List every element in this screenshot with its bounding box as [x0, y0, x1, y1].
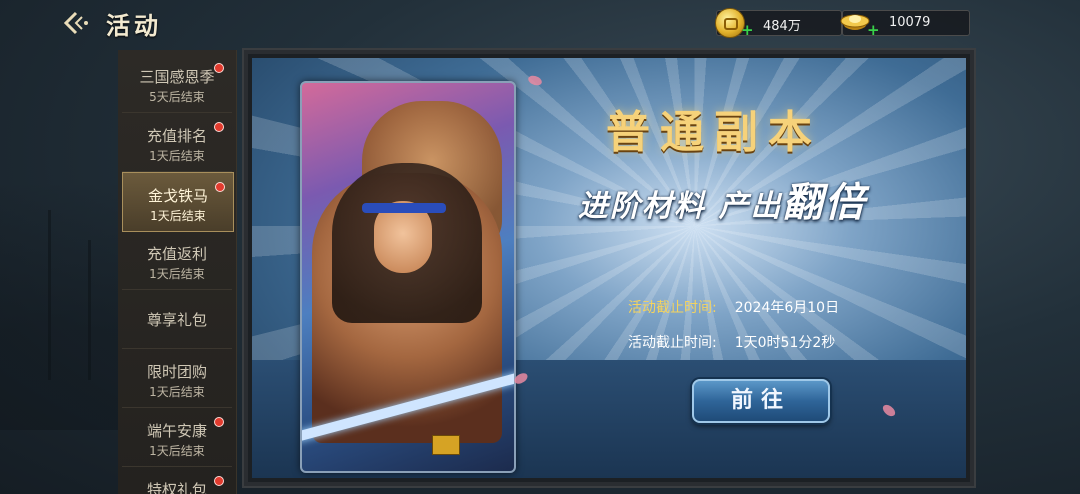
- background-mast: [88, 240, 91, 380]
- gold-ingot-value: 10079: [889, 15, 931, 30]
- sidebar-item-recharge-rebate[interactable]: 充值返利 1天后结束: [122, 231, 232, 290]
- notification-dot: [215, 182, 225, 192]
- event-subtitle: 进阶材料 产出翻倍: [578, 170, 866, 228]
- event-title: 普通副本: [606, 107, 822, 158]
- background-mast: [48, 210, 51, 380]
- gold-coin-value: 484万: [763, 19, 801, 34]
- hero-headband: [362, 203, 446, 213]
- sidebar-item-countdown: 1天后结束: [149, 267, 205, 281]
- gold-coin-counter[interactable]: + 484万: [715, 8, 842, 39]
- notification-dot: [214, 417, 224, 427]
- event-panel: 普通副本 进阶材料 产出翻倍 活动截止时间: 2024年6月10日 活动截止时间:…: [242, 48, 976, 488]
- add-ingot-icon[interactable]: +: [867, 21, 880, 39]
- sidebar-item-countdown: 1天后结束: [149, 385, 205, 399]
- event-subtitle-text: 进阶材料 产出: [578, 189, 783, 224]
- sidebar-item-countdown: 1天后结束: [149, 149, 205, 163]
- notification-dot: [214, 122, 224, 132]
- sidebar-item-countdown: 1天后结束: [149, 444, 205, 458]
- event-remaining-value: 1天0时51分2秒: [734, 335, 836, 351]
- back-arrow-icon: [63, 11, 88, 35]
- sidebar-item-privilege-pack[interactable]: 特权礼包: [122, 467, 232, 494]
- background-ship: [0, 180, 130, 430]
- back-button[interactable]: [60, 8, 94, 38]
- event-end-date-label: 活动截止时间:: [628, 300, 717, 316]
- hero-belt-buckle: [432, 435, 460, 455]
- event-end-date-row: 活动截止时间: 2024年6月10日: [628, 297, 839, 317]
- sidebar-item-label: 充值返利: [146, 245, 207, 263]
- event-banner: 普通副本 进阶材料 产出翻倍 活动截止时间: 2024年6月10日 活动截止时间:…: [252, 58, 966, 478]
- event-end-date-value: 2024年6月10日: [734, 300, 840, 316]
- sidebar-item-countdown: 5天后结束: [149, 90, 205, 104]
- gold-ingot-counter[interactable]: + 10079: [840, 10, 970, 39]
- event-subtitle-highlight: 翻倍: [782, 180, 867, 226]
- sidebar-item-label: 尊享礼包: [146, 311, 207, 329]
- notification-dot: [214, 476, 224, 486]
- add-coin-icon[interactable]: +: [741, 21, 754, 39]
- page-title: 活动: [106, 11, 162, 40]
- sidebar-item-thanksgiving[interactable]: 三国感恩季 5天后结束: [122, 54, 232, 113]
- sidebar-item-dragon-boat[interactable]: 端午安康 1天后结束: [122, 408, 232, 467]
- sidebar-item-recharge-rank[interactable]: 充值排名 1天后结束: [122, 113, 232, 172]
- hero-card-image: [300, 81, 516, 473]
- notification-dot: [214, 63, 224, 73]
- go-button[interactable]: 前往: [692, 379, 830, 423]
- sidebar-item-label: 限时团购: [146, 363, 207, 381]
- event-remaining-row: 活动截止时间: 1天0时51分2秒: [628, 332, 835, 352]
- sidebar-item-group-buy[interactable]: 限时团购 1天后结束: [122, 349, 232, 408]
- activity-sidebar: 三国感恩季 5天后结束 充值排名 1天后结束 金戈铁马 1天后结束 充值返利 1…: [118, 50, 237, 494]
- sidebar-item-vip-pack[interactable]: 尊享礼包: [122, 290, 232, 349]
- sidebar-item-countdown: 1天后结束: [150, 209, 206, 223]
- sidebar-item-jingetiema[interactable]: 金戈铁马 1天后结束: [122, 172, 234, 232]
- event-remaining-label: 活动截止时间:: [628, 335, 717, 351]
